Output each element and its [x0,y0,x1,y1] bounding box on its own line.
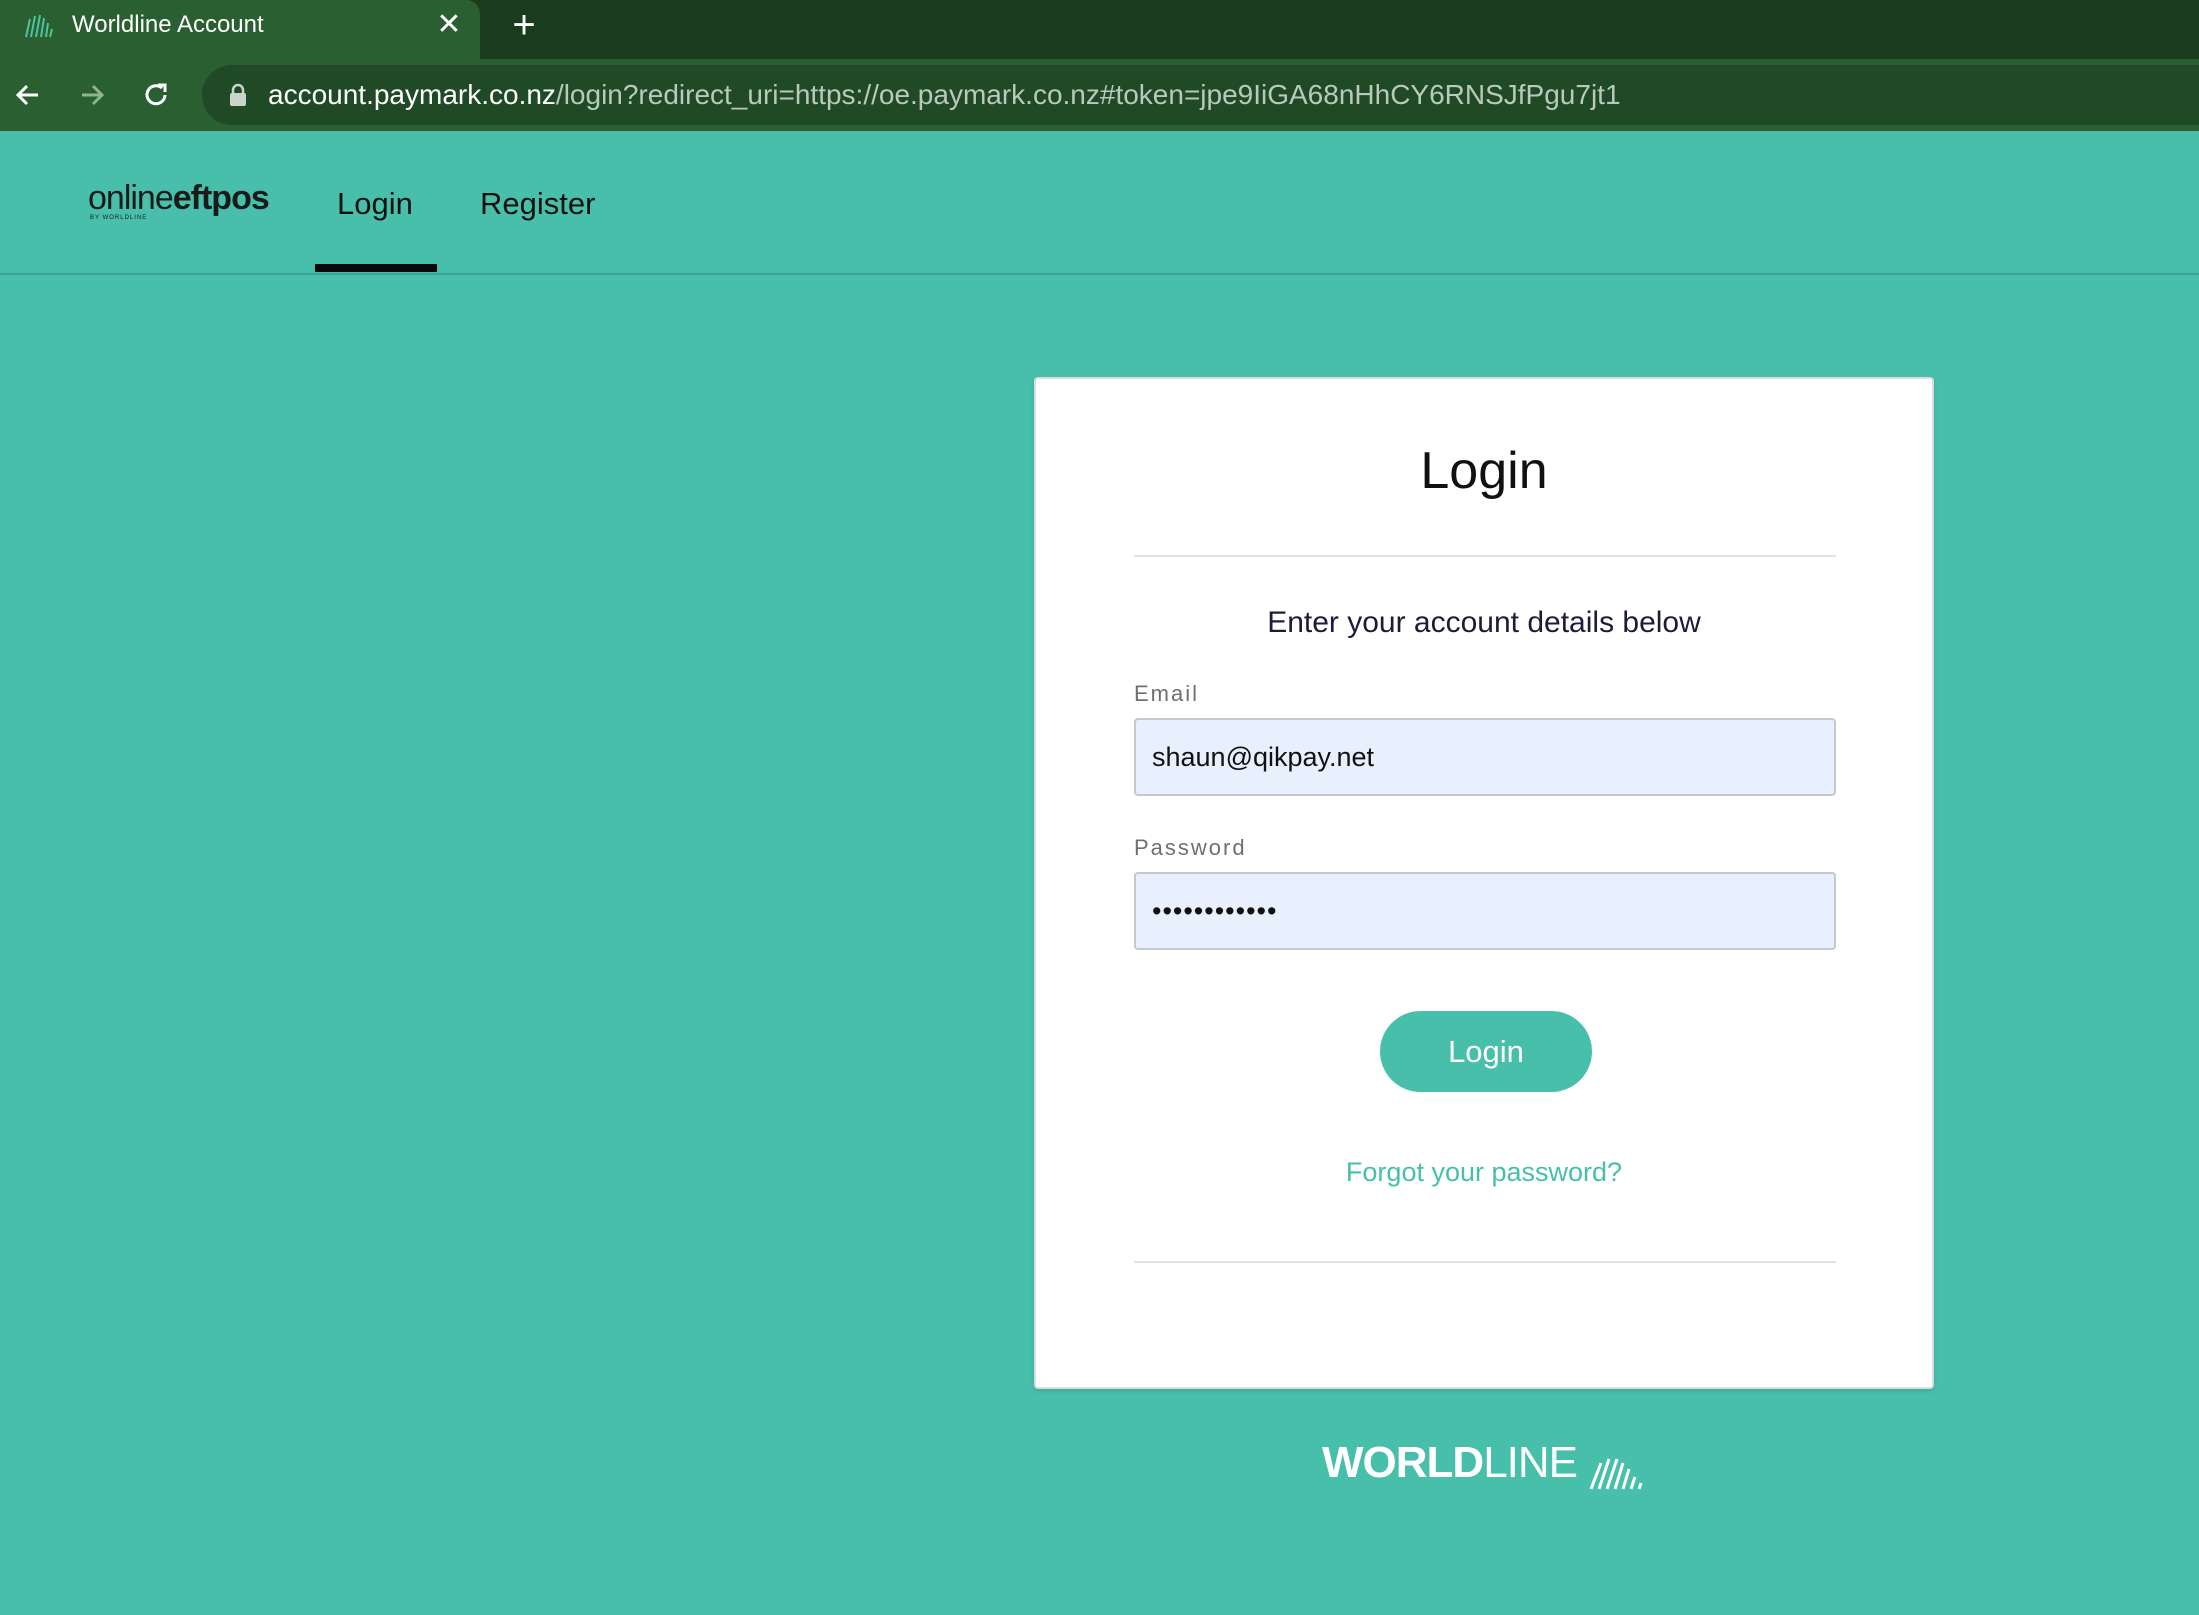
worldline-wordmark: WORLDLINE [1322,1438,1578,1487]
password-field[interactable] [1134,872,1836,950]
forgot-password-link[interactable]: Forgot your password? [1036,1157,1932,1188]
divider [1134,1261,1836,1263]
url-path: /login?redirect_uri=https://oe.paymark.c… [555,79,1621,110]
logo-wordmark: onlineeftpos [88,179,270,218]
url-text[interactable]: account.paymark.co.nz/login?redirect_uri… [268,79,1621,111]
email-field[interactable] [1134,718,1836,796]
worldline-wave-icon [1590,1458,1643,1490]
nav-login-tab[interactable]: Login [337,186,413,222]
login-button[interactable]: Login [1380,1011,1592,1092]
worldline-thin: LINE [1483,1438,1578,1487]
tab-close-icon[interactable]: ✕ [436,10,462,40]
browser-toolbar: account.paymark.co.nz/login?redirect_uri… [0,59,2199,131]
card-subtitle: Enter your account details below [1267,606,1701,639]
password-label: Password [1134,835,1247,860]
logo-subtext: BY WORLDLINE [90,215,148,221]
email-label: Email [1134,681,1200,706]
browser-tab[interactable]: Worldline Account ✕ [0,0,480,59]
reload-icon[interactable] [138,77,174,113]
forward-arrow-icon[interactable] [74,77,110,113]
login-card: Login Enter your account details below E… [1034,377,1934,1389]
back-arrow-icon[interactable] [10,77,46,113]
nav-register-tab[interactable]: Register [480,186,595,222]
new-tab-button[interactable]: + [508,5,540,45]
url-host: account.paymark.co.nz [268,79,556,110]
worldline-footer-logo: WORLDLINE [1322,1438,1655,1490]
onlineeftpos-logo[interactable]: onlineeftpos BY WORLDLINE [88,179,270,221]
logo-bold: eftpos [172,179,270,217]
logo-light: online [88,179,174,217]
worldline-bold: WORLD [1322,1438,1484,1487]
divider [1134,555,1836,557]
lock-icon[interactable] [228,83,248,107]
address-bar[interactable]: account.paymark.co.nz/login?redirect_uri… [202,65,2199,125]
active-tab-indicator [315,264,437,272]
browser-tab-strip: Worldline Account ✕ + [0,0,2199,59]
card-title: Login [1420,442,1548,500]
site-header: onlineeftpos BY WORLDLINE Login Register [0,131,2199,275]
worldline-favicon-icon [25,14,53,38]
tab-title: Worldline Account [72,11,264,38]
